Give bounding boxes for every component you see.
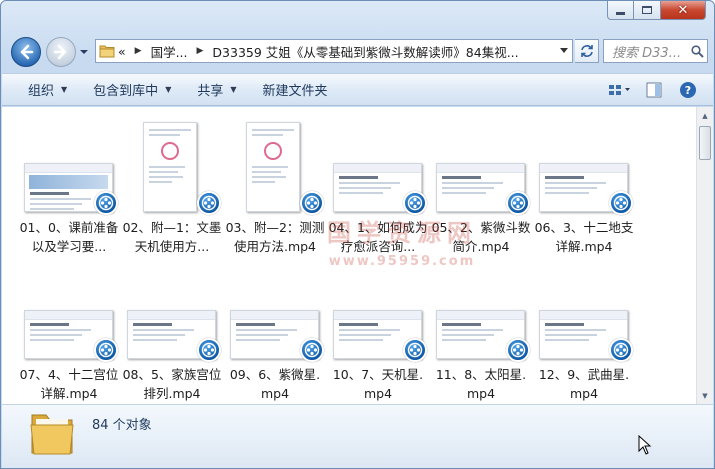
- maximize-icon: [642, 6, 652, 14]
- folder-icon: [30, 414, 74, 455]
- file-name: 06、3、十二地支详解.mp4: [534, 220, 634, 254]
- organize-menu[interactable]: 组织 ▼: [2, 74, 80, 105]
- media-player-icon: [609, 191, 633, 215]
- help-button[interactable]: ?: [675, 80, 701, 100]
- file-thumbnail: [18, 262, 120, 362]
- item-count: 84 个对象: [92, 418, 152, 433]
- address-dropdown-icon[interactable]: [560, 48, 568, 54]
- breadcrumb-item-guoxue[interactable]: 国学...: [151, 42, 188, 61]
- refresh-button[interactable]: [575, 39, 599, 63]
- minimize-button[interactable]: [607, 1, 634, 20]
- media-player-icon: [300, 191, 324, 215]
- file-thumbnail: [121, 115, 223, 215]
- chevron-down-icon: ▼: [230, 85, 237, 94]
- media-player-icon: [506, 338, 530, 362]
- new-folder-button[interactable]: 新建文件夹: [250, 74, 341, 105]
- file-thumbnail: [224, 262, 326, 362]
- media-player-icon: [300, 338, 324, 362]
- breadcrumb: « ▶ 国学... ▶ D33359 艾姐《从零基础到紫微斗数解读师》84集视.…: [118, 42, 519, 61]
- file-thumbnail: [533, 115, 635, 215]
- file-thumbnail: [327, 115, 429, 215]
- file-thumbnail: [430, 115, 532, 215]
- file-name: 03、附—2：测测使用方法.mp4: [225, 220, 325, 254]
- command-bar: 组织 ▼ 包含到库中 ▼ 共享 ▼ 新建文件夹 ?: [2, 73, 713, 106]
- scroll-up-button[interactable]: ▲: [697, 107, 713, 124]
- file-name: 01、0、课前准备以及学习要...: [19, 220, 119, 254]
- minimize-icon: [616, 11, 625, 15]
- change-view-button[interactable]: [607, 80, 633, 100]
- chevron-down-icon: ▼: [61, 85, 68, 94]
- media-player-icon: [403, 191, 427, 215]
- mouse-cursor-icon: [638, 435, 652, 455]
- media-player-icon: [94, 338, 118, 362]
- preview-pane-button[interactable]: [641, 80, 667, 100]
- file-name: 05、2、紫微斗数简介.mp4: [431, 220, 531, 254]
- breadcrumb-item-current[interactable]: D33359 艾姐《从零基础到紫微斗数解读师》84集视...: [212, 42, 518, 61]
- folder-icon: [96, 40, 118, 62]
- share-menu[interactable]: 共享 ▼: [184, 74, 249, 105]
- file-name: 04、1、如何成为疗愈派咨询...: [328, 220, 428, 254]
- details-pane: 84 个对象: [2, 404, 713, 468]
- preview-pane-icon: [646, 82, 662, 98]
- scrollbar-thumb[interactable]: [699, 126, 711, 160]
- breadcrumb-separator-icon[interactable]: ▶: [197, 46, 204, 56]
- file-name: 02、附—1：文墨天机使用方...: [122, 220, 222, 254]
- share-label: 共享: [197, 84, 224, 99]
- file-thumbnail: [327, 262, 429, 362]
- file-name: 07、4、十二宫位详解.mp4: [19, 367, 119, 401]
- address-bar[interactable]: « ▶ 国学... ▶ D33359 艾姐《从零基础到紫微斗数解读师》84集视.…: [95, 39, 573, 63]
- refresh-icon: [580, 45, 593, 57]
- media-player-icon: [506, 191, 530, 215]
- maximize-button[interactable]: [634, 1, 661, 20]
- include-in-library-menu[interactable]: 包含到库中 ▼: [80, 74, 184, 105]
- organize-label: 组织: [28, 84, 55, 99]
- include-in-library-label: 包含到库中: [93, 84, 159, 99]
- forward-button[interactable]: [46, 37, 76, 67]
- search-icon[interactable]: [687, 44, 707, 58]
- recent-pages-dropdown-icon[interactable]: [79, 47, 89, 57]
- media-player-icon: [94, 191, 118, 215]
- vertical-scrollbar[interactable]: ▲ ▼: [696, 107, 713, 404]
- close-button[interactable]: ✕: [661, 1, 706, 20]
- media-player-icon: [403, 338, 427, 362]
- media-player-icon: [609, 338, 633, 362]
- breadcrumb-separator-icon[interactable]: ▶: [135, 46, 142, 56]
- chevron-down-icon: ▼: [165, 85, 172, 94]
- close-icon: ✕: [677, 2, 689, 18]
- file-thumbnail: [533, 262, 635, 362]
- file-list-view: 01、0、课前准备以及学习要... 02、附—1：文墨天机使用方... 03、附—2…: [2, 107, 713, 404]
- svg-text:?: ?: [685, 84, 691, 97]
- file-thumbnail: [121, 262, 223, 362]
- file-name: 09、6、紫微星.mp4: [229, 367, 321, 401]
- video-preview: [246, 122, 300, 212]
- file-name: 12、9、武曲星.mp4: [538, 367, 630, 401]
- file-thumbnail: [224, 115, 326, 215]
- scroll-down-button[interactable]: ▼: [697, 387, 713, 404]
- search-input[interactable]: 搜索 D33...: [604, 42, 687, 61]
- view-controls: ?: [607, 80, 701, 100]
- search-box[interactable]: 搜索 D33...: [603, 39, 708, 63]
- media-player-icon: [197, 191, 221, 215]
- file-thumbnail: [18, 115, 120, 215]
- file-name: 11、8、太阳星.mp4: [435, 367, 527, 401]
- navigation-bar: « ▶ 国学... ▶ D33359 艾姐《从零基础到紫微斗数解读师》84集视.…: [9, 34, 708, 68]
- back-button[interactable]: [11, 37, 41, 67]
- new-folder-label: 新建文件夹: [262, 84, 328, 99]
- forward-arrow-icon: [53, 44, 67, 60]
- help-icon: ?: [680, 82, 696, 98]
- file-name: 10、7、天机星.mp4: [332, 367, 424, 401]
- caption-buttons: ✕: [607, 1, 706, 20]
- file-name: 08、5、家族宫位排列.mp4: [122, 367, 222, 401]
- video-preview: [143, 122, 197, 212]
- explorer-window: ✕ « ▶ 国学... ▶ D33359 艾姐《从零基础到紫微斗数解读师》84集…: [0, 0, 715, 469]
- breadcrumb-overflow[interactable]: «: [118, 44, 126, 59]
- view-grid-icon: [609, 85, 630, 95]
- media-player-icon: [197, 338, 221, 362]
- back-arrow-icon: [20, 44, 34, 60]
- file-thumbnail: [430, 262, 532, 362]
